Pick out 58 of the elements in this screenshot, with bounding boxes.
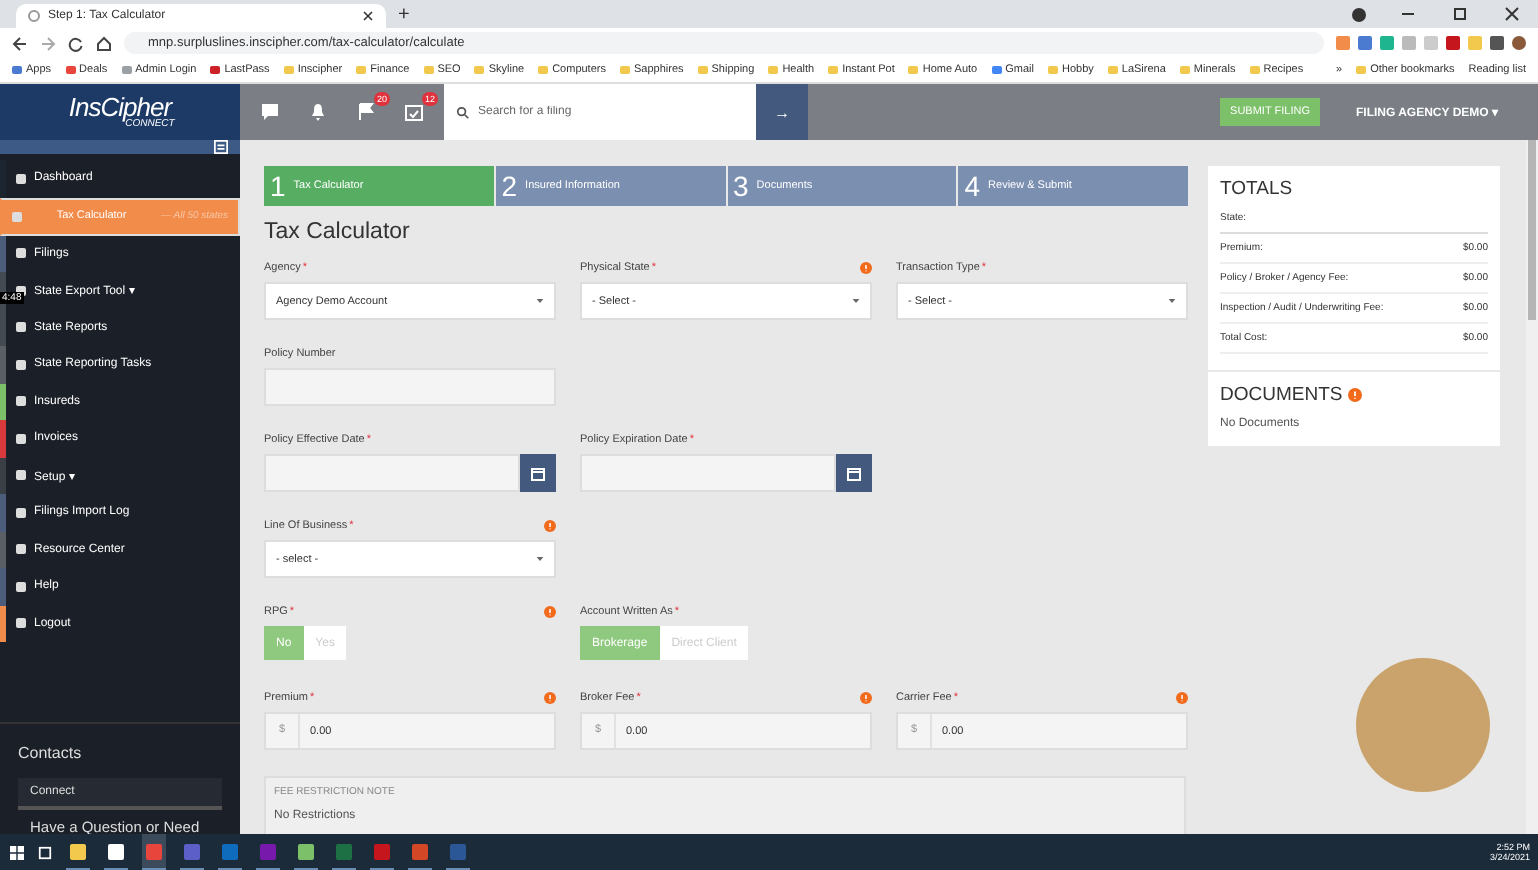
task-view-icon[interactable] xyxy=(38,845,52,859)
maximize-icon[interactable] xyxy=(1452,6,1468,22)
menu-item-icon xyxy=(16,618,26,629)
menu-item-icon xyxy=(16,544,26,555)
scrollbar-thumb[interactable] xyxy=(1528,140,1536,320)
flag-icon[interactable] xyxy=(356,102,376,122)
info-icon[interactable] xyxy=(860,692,872,704)
caret-icon xyxy=(536,556,544,562)
back-arrow-icon[interactable] xyxy=(12,35,28,51)
documents-title: DOCUMENTS xyxy=(1220,384,1343,406)
info-icon[interactable] xyxy=(860,262,872,274)
calendar-check-icon[interactable] xyxy=(404,102,424,122)
menu-item-icon xyxy=(16,581,26,592)
info-icon[interactable] xyxy=(1348,388,1363,402)
calendar-button[interactable] xyxy=(520,454,556,492)
date-field[interactable] xyxy=(264,454,520,492)
forward-arrow-icon[interactable] xyxy=(40,35,56,51)
info-icon[interactable] xyxy=(1176,692,1188,704)
search-icon xyxy=(456,105,470,119)
close-icon[interactable] xyxy=(1504,6,1520,22)
home-icon[interactable] xyxy=(96,35,112,51)
calendar-icon xyxy=(530,465,546,481)
totals-title: TOTALS xyxy=(1220,178,1295,200)
app-icon[interactable] xyxy=(70,843,86,859)
page-title: Tax Calculator xyxy=(264,220,412,244)
date-field[interactable] xyxy=(580,454,836,492)
collapse-menu-icon[interactable] xyxy=(214,140,228,154)
menu-item-icon xyxy=(16,359,26,370)
menu-item-icon xyxy=(16,173,26,184)
menu-item-icon xyxy=(12,211,22,221)
folder-icon xyxy=(1356,66,1367,74)
calendar-button[interactable] xyxy=(836,454,872,492)
loading-icon xyxy=(28,10,40,22)
menu-item-icon xyxy=(16,322,26,333)
menu-item-icon xyxy=(16,470,26,481)
info-icon[interactable] xyxy=(544,606,556,618)
app-icon[interactable] xyxy=(108,843,124,859)
calendar-icon xyxy=(846,465,862,481)
info-icon[interactable] xyxy=(544,520,556,532)
menu-item-icon xyxy=(16,433,26,444)
contacts-heading: Contacts xyxy=(18,744,84,762)
search-submit-button[interactable]: → xyxy=(756,84,808,140)
new-tab-button[interactable]: + xyxy=(386,4,422,28)
info-icon[interactable] xyxy=(544,692,556,704)
app-icon[interactable] xyxy=(298,843,314,859)
reload-icon[interactable] xyxy=(68,35,84,51)
close-icon[interactable] xyxy=(362,10,374,22)
bell-icon[interactable] xyxy=(308,102,328,122)
windows-start-icon[interactable] xyxy=(10,845,24,859)
caret-icon xyxy=(1168,298,1176,304)
caret-icon xyxy=(852,298,860,304)
menu-item-icon xyxy=(16,507,26,518)
avatar-icon[interactable] xyxy=(1512,36,1526,50)
menu-item-icon xyxy=(16,248,26,259)
chat-icon[interactable] xyxy=(260,102,280,122)
caret-icon xyxy=(536,298,544,304)
profile-icon[interactable] xyxy=(1352,8,1366,22)
menu-item-icon xyxy=(16,396,26,407)
